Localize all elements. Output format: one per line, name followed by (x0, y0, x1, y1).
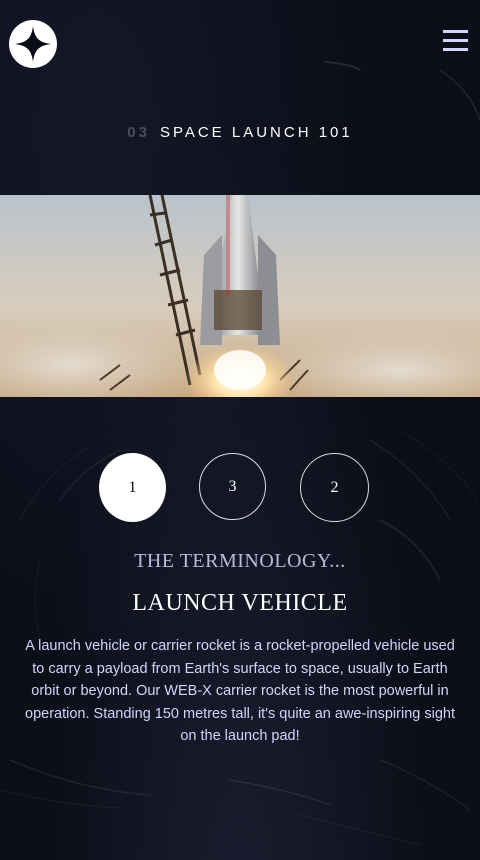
terminology-slider-nav: 1 3 2 (0, 453, 480, 523)
menu-bar (443, 30, 468, 33)
vehicle-description: A launch vehicle or carrier rocket is a … (25, 638, 455, 744)
slider-item-2[interactable]: 2 (300, 453, 369, 522)
menu-bar (443, 48, 468, 51)
launch-vehicle-image (0, 195, 480, 397)
terminology-subtitle: THE TERMINOLOGY... (134, 550, 346, 572)
slider-item-1[interactable]: 1 (99, 453, 166, 522)
page-heading-number: 03 (127, 124, 150, 141)
site-header (0, 0, 480, 90)
slider-item-3[interactable]: 3 (199, 453, 266, 520)
star-logo-icon[interactable] (9, 20, 57, 68)
menu-bar (443, 39, 468, 42)
vehicle-name: LAUNCH VEHICLE (132, 590, 348, 616)
page-heading: 03 SPACE LAUNCH 101 (0, 124, 480, 141)
page-heading-title: SPACE LAUNCH 101 (159, 124, 353, 141)
hamburger-menu-icon[interactable] (443, 30, 468, 51)
